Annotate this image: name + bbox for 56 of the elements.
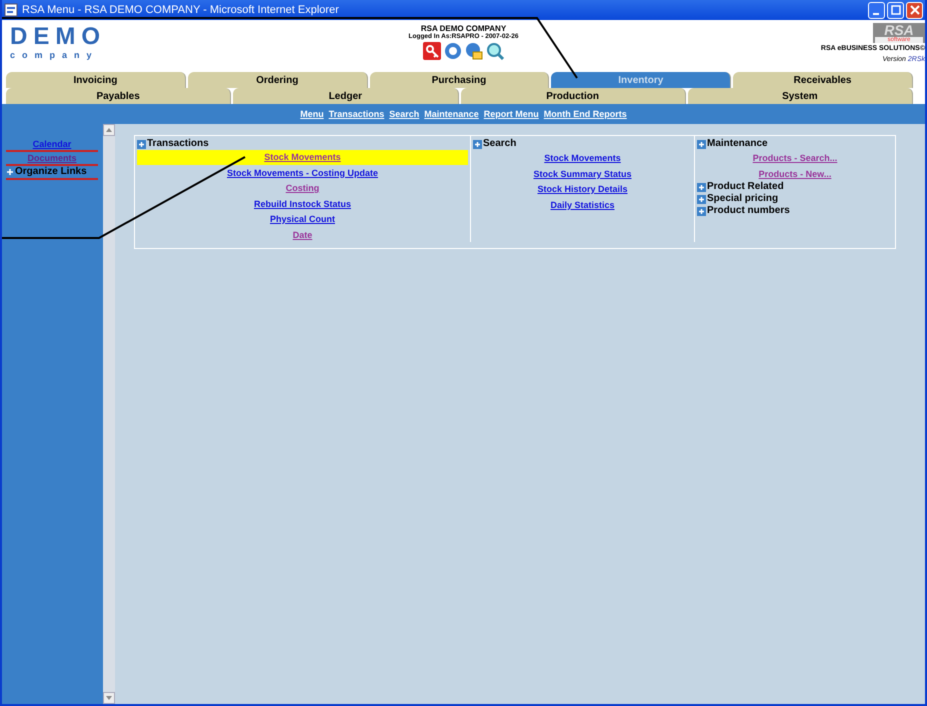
minimize-button[interactable]	[868, 2, 885, 18]
expand-plus-icon[interactable]	[697, 194, 706, 204]
inventory-link[interactable]: Stock Summary Status	[533, 168, 632, 178]
search-icon[interactable]	[486, 42, 504, 60]
close-icon	[910, 5, 920, 15]
section-header[interactable]: Search	[483, 138, 516, 150]
inventory-link[interactable]: Daily Statistics	[550, 200, 615, 210]
expand-plus-icon[interactable]	[473, 140, 482, 148]
inventory-link[interactable]: Stock Movements	[544, 153, 621, 163]
minimize-icon	[872, 12, 878, 14]
nav-link[interactable]: Report Menu	[484, 109, 539, 119]
company-name: RSA DEMO COMPANY	[420, 24, 506, 33]
inventory-link[interactable]: Date	[292, 230, 312, 240]
nav-link[interactable]: Transactions	[328, 109, 384, 119]
window-title: RSA Menu - RSA DEMO COMPANY - Microsoft Internet Explorer	[22, 4, 340, 16]
section-header[interactable]: Transactions	[147, 138, 209, 150]
inventory-link[interactable]: Rebuild Instock Status	[254, 198, 351, 208]
maximize-icon	[890, 5, 900, 15]
module-tab[interactable]: System	[688, 88, 913, 104]
demo-logo: DEMO company	[9, 22, 107, 62]
close-button[interactable]	[906, 2, 923, 18]
plus-icon[interactable]	[7, 169, 13, 175]
maximize-button[interactable]	[887, 2, 904, 18]
browser-icon	[4, 3, 18, 17]
section-header[interactable]: Special pricing	[707, 193, 778, 205]
module-tab[interactable]: Invoicing	[6, 72, 186, 88]
module-tab[interactable]: Ordering	[188, 72, 368, 88]
scroll-up-icon[interactable]	[102, 124, 115, 136]
key-icon[interactable]	[423, 42, 441, 60]
module-tab[interactable]: Production	[460, 88, 686, 104]
inventory-link[interactable]: Stock Movements	[137, 150, 468, 164]
expand-plus-icon[interactable]	[697, 206, 706, 216]
section-header[interactable]: Product Related	[707, 181, 784, 193]
help-mail-icon[interactable]	[465, 42, 483, 60]
inventory-link[interactable]: Physical Count	[270, 214, 335, 224]
nav-link[interactable]: Menu	[300, 109, 324, 119]
section-header[interactable]: Maintenance	[707, 138, 768, 150]
nav-link[interactable]: Maintenance	[424, 109, 479, 119]
expand-plus-icon[interactable]	[697, 140, 706, 148]
section-header[interactable]: Product numbers	[707, 205, 790, 217]
inventory-link[interactable]: Costing	[286, 183, 320, 193]
module-tab[interactable]: Payables	[6, 88, 232, 104]
expand-plus-icon[interactable]	[697, 182, 706, 192]
inventory-link[interactable]: Products - Search...	[752, 153, 838, 163]
inventory-link[interactable]: Stock Movements - Costing Update	[226, 168, 378, 178]
help-icon[interactable]	[444, 42, 462, 60]
inventory-link[interactable]: Stock History Details	[537, 184, 628, 194]
nav-link[interactable]: Month End Reports	[544, 109, 627, 119]
sidebar-group[interactable]: Organize Links	[15, 166, 87, 178]
module-tab[interactable]: Ledger	[233, 88, 458, 104]
inventory-link[interactable]: Products - New...	[758, 168, 832, 178]
module-tab[interactable]: Purchasing	[370, 72, 550, 88]
scroll-down-icon[interactable]	[102, 692, 115, 704]
module-tab[interactable]: Receivables	[733, 72, 913, 88]
expand-plus-icon[interactable]	[137, 140, 146, 148]
nav-link[interactable]: Search	[389, 109, 420, 119]
